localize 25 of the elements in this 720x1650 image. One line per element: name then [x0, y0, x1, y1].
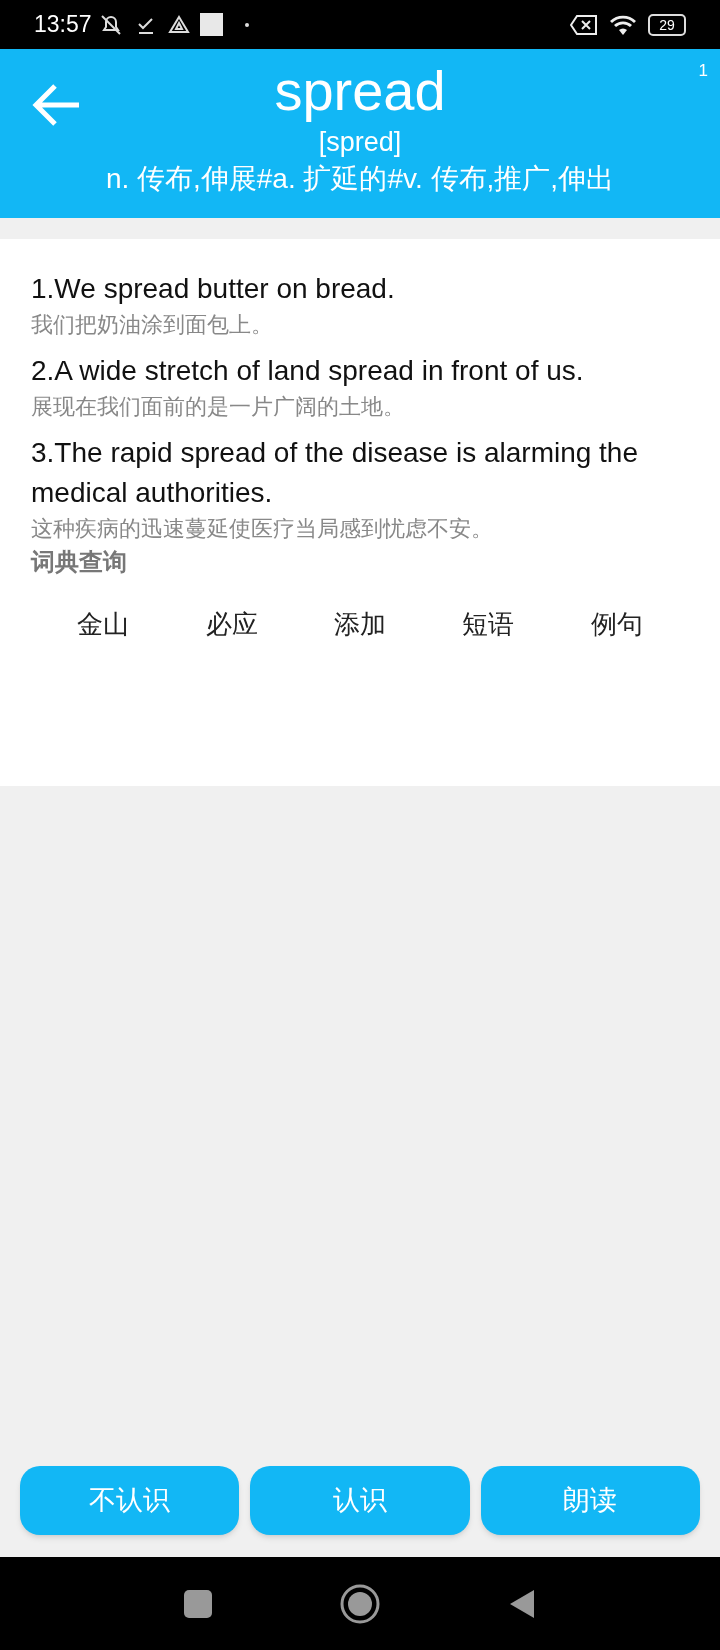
example-translation: 这种疾病的迅速蔓延使医疗当局感到忧虑不安。: [31, 515, 494, 543]
back-icon[interactable]: [508, 1587, 536, 1620]
battery-icon: 29: [648, 13, 686, 36]
definition: n. 传布,伸展#a. 扩延的#v. 传布,推广,伸出: [105, 162, 615, 196]
back-arrow-icon: [31, 83, 81, 127]
home-icon[interactable]: [340, 1583, 380, 1624]
dictionary-link[interactable]: 例句: [586, 599, 647, 650]
example-sentence: 2.A wide stretch of land spread in front of us.: [31, 354, 585, 388]
example-sentence: 1.We spread butter on bread.: [31, 272, 396, 306]
dictionary-link[interactable]: 金山: [73, 599, 134, 650]
example-sentence: 3.The rapid spread of the disease is alarming the medical authorities.: [31, 436, 640, 510]
counter: 1: [698, 60, 708, 82]
word-title: spread: [274, 58, 446, 124]
dictionary-link[interactable]: 添加: [329, 599, 390, 650]
recents-icon[interactable]: [184, 1589, 212, 1618]
example-translation: 展现在我们面前的是一片广阔的土地。: [31, 393, 406, 421]
square-icon: [199, 13, 223, 36]
dictionary-link[interactable]: 必应: [201, 599, 262, 650]
dictionary-link[interactable]: 短语: [458, 599, 519, 650]
triangle-icon: [167, 14, 190, 35]
sim-off-icon: [570, 13, 598, 36]
phonetic: [spred]: [318, 126, 402, 159]
example-translation: 我们把奶油涂到面包上。: [31, 311, 274, 339]
dictionary-title: 词典查询: [31, 547, 128, 577]
status-time: 13:57: [34, 10, 92, 40]
